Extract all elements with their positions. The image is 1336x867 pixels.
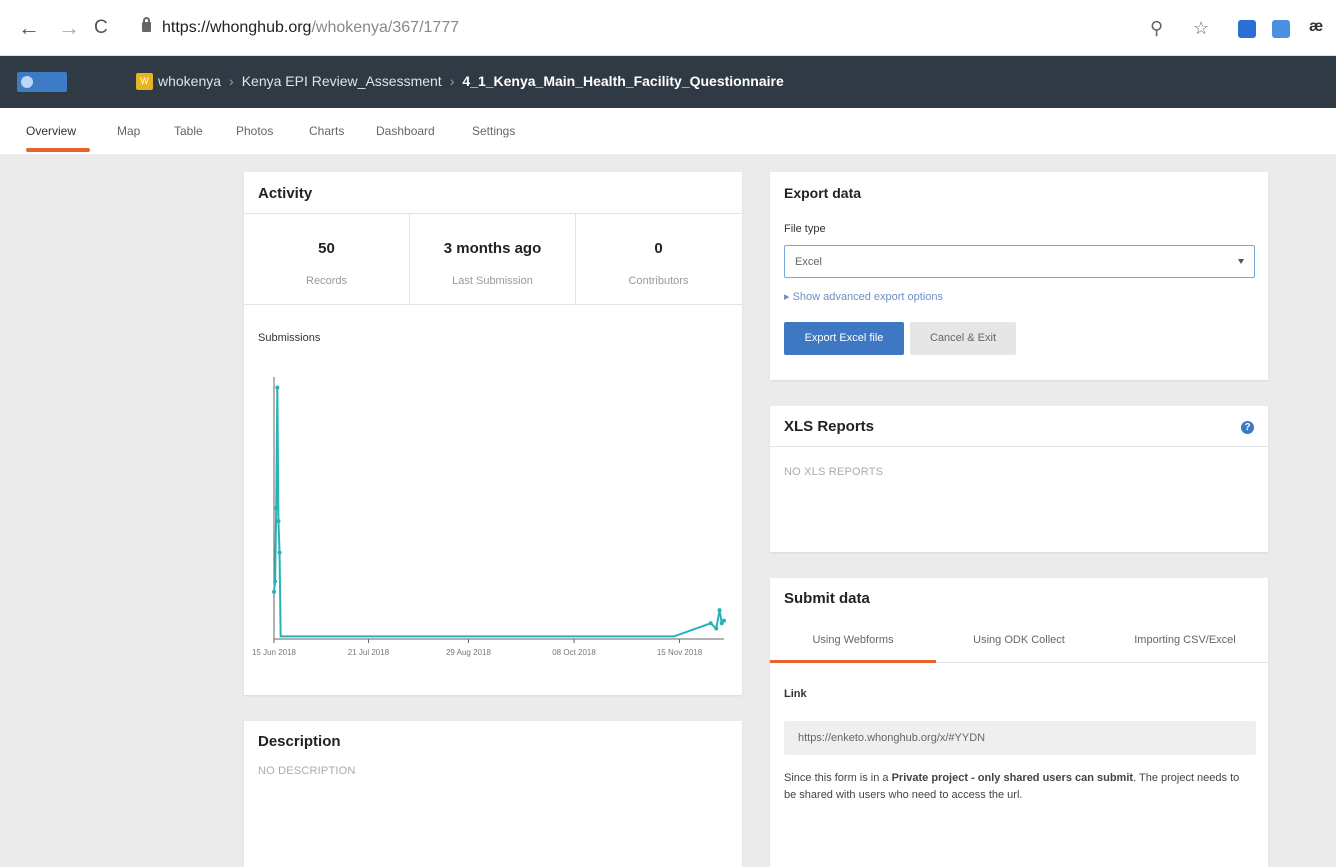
active-subtab-indicator [770,660,936,663]
data-point [722,618,726,623]
tab-settings[interactable]: Settings [472,124,515,138]
lock-icon [142,17,151,32]
link-label: Link [784,688,807,700]
project-icon: W [136,73,153,90]
caret-down-icon [1238,259,1244,264]
file-type-label: File type [784,223,826,235]
xls-reports-empty: NO XLS REPORTS [784,466,884,478]
x-tick-label: 08 Oct 2018 [552,648,596,657]
xls-reports-card: XLS Reports ? NO XLS REPORTS [770,406,1268,552]
divider [575,214,576,304]
submissions-chart: 15 Jun 2018 21 Jul 2018 29 Aug 2018 08 Oct … [252,377,726,657]
data-point [275,385,280,390]
reload-icon[interactable]: C [94,16,108,40]
main-tabs: Overview Map Table Photos Charts Dashboa… [0,108,1336,154]
breadcrumb-current-form: 4_1_Kenya_Main_Health_Facility_Questionn… [462,73,784,89]
forward-arrow-icon[interactable]: → [58,16,80,40]
export-excel-button[interactable]: Export Excel file [784,322,904,355]
tab-charts[interactable]: Charts [309,124,344,138]
description-card: Description NO DESCRIPTION [244,721,742,867]
extension-text-icon[interactable]: æ [1309,18,1323,36]
tab-using-odk-collect[interactable]: Using ODK Collect [936,634,1102,646]
divider [409,214,410,304]
data-point [274,506,279,510]
breadcrumb-item-project[interactable]: whokenya [158,73,221,89]
description-title: Description [258,733,341,750]
breadcrumb-item-folder[interactable]: Kenya EPI Review_Assessment [242,73,442,89]
who-logo[interactable] [17,72,67,92]
data-point [273,579,278,584]
bookmark-star-icon[interactable]: ☆ [1193,18,1209,39]
x-tick-label: 21 Jul 2018 [348,648,390,657]
data-point [277,550,282,555]
tab-map[interactable]: Map [117,124,140,138]
divider [244,304,742,305]
export-title: Export data [784,185,862,201]
browser-toolbar: ← → C https://whonghub.org/whokenya/367/… [0,0,1336,56]
last-submission-label: Last Submission [452,275,533,287]
xls-reports-title: XLS Reports [784,418,875,435]
tab-dashboard[interactable]: Dashboard [376,124,435,138]
records-count: 50 [318,240,335,257]
data-point [714,626,719,631]
x-tick-label: 15 Nov 2018 [657,648,703,657]
divider [244,213,742,214]
submit-data-card: Submit data Using Webforms Using ODK Col… [770,578,1268,867]
cancel-exit-button[interactable]: Cancel & Exit [910,322,1016,355]
breadcrumb-separator: › [449,73,455,89]
zoom-icon[interactable]: ⚲ [1150,18,1163,39]
data-point [717,608,722,613]
active-tab-indicator [26,148,90,152]
last-submission-value: 3 months ago [443,240,542,257]
tab-overview[interactable]: Overview [26,124,76,138]
file-type-value: Excel [795,256,822,268]
data-point [272,589,276,594]
export-data-card: Export data File type Excel ▸ Show advan… [770,172,1268,380]
tab-using-webforms[interactable]: Using Webforms [770,634,936,646]
file-type-select[interactable]: Excel [784,245,1255,278]
tab-importing-csv-excel[interactable]: Importing CSV/Excel [1102,634,1268,646]
breadcrumb-separator: › [229,73,234,89]
app-header: W whokenya › Kenya EPI Review_Assessment › 4… [0,56,1336,108]
data-point [708,621,713,626]
breadcrumb: whokenya › Kenya EPI Review_Assessment › 4_1… [158,73,784,89]
contributors-label: Contributors [628,275,689,287]
divider [770,446,1268,447]
extension-search-icon[interactable] [1238,20,1256,38]
help-icon[interactable]: ? [1241,421,1254,434]
url-text[interactable]: https://whonghub.org/whokenya/367/1777 [162,19,459,37]
x-tick-label: 15 Jun 2018 [252,648,297,657]
description-empty: NO DESCRIPTION [258,765,356,777]
submissions-label: Submissions [258,332,321,344]
submit-title: Submit data [784,590,870,607]
x-tick-label: 29 Aug 2018 [446,648,491,657]
tab-photos[interactable]: Photos [236,124,273,138]
advanced-export-options-link[interactable]: ▸ Show advanced export options [784,290,943,303]
back-arrow-icon[interactable]: ← [18,16,40,40]
webform-link-box[interactable]: https://enketo.whonghub.org/x/#YYDN [784,721,1256,755]
submissions-line [273,387,725,638]
webform-link-url[interactable]: https://enketo.whonghub.org/x/#YYDN [798,732,985,744]
data-point [276,519,281,524]
private-project-notice: Since this form is in a Private project … [784,772,1240,801]
activity-card: Activity 50 Records 3 months ago Last Su… [244,172,742,695]
contributors-count: 0 [654,240,663,257]
translate-extension-icon[interactable] [1272,20,1290,38]
records-label: Records [306,275,347,287]
tab-table[interactable]: Table [174,124,203,138]
activity-title: Activity [258,185,313,202]
